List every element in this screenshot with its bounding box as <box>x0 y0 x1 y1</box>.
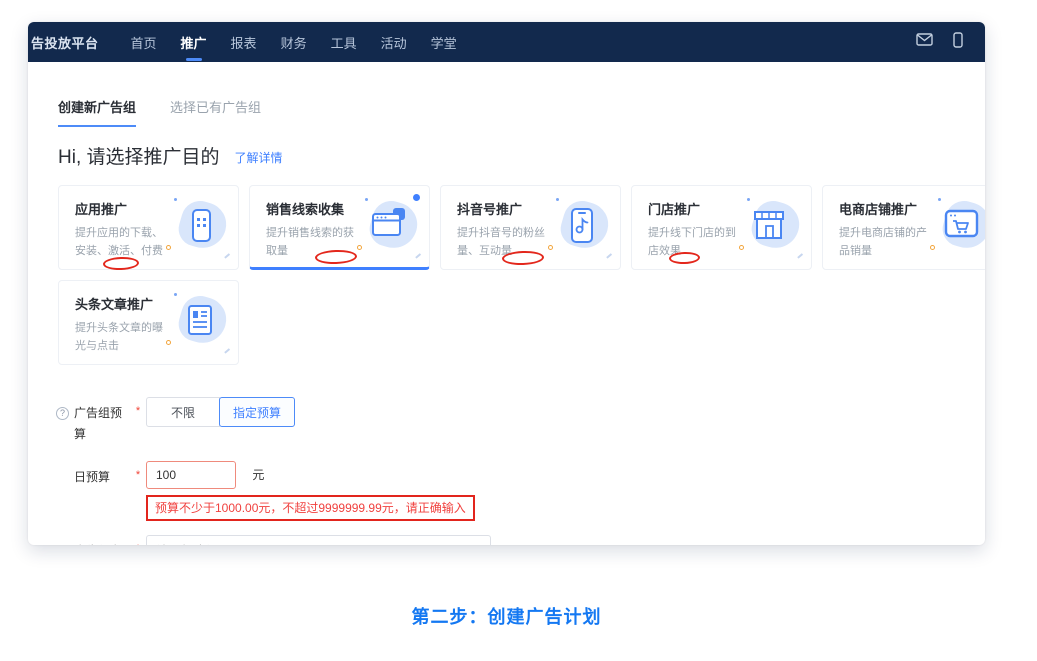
group-settings-form: ? 广告组预算 * 不限 指定预算 日预算 * 元 预算不少于1000.00元，… <box>56 397 985 545</box>
group-tabs: 创建新广告组 选择已有广告组 <box>58 97 985 127</box>
mobile-icon[interactable] <box>953 31 963 53</box>
card-desc: 提升应用的下载、安装、激活、付费 <box>75 227 163 257</box>
nav-item-activities[interactable]: 活动 <box>381 33 407 52</box>
mail-icon[interactable] <box>916 33 933 51</box>
article-document-icon <box>164 291 232 353</box>
group-name-row: 广告组名称 * <box>56 535 985 545</box>
budget-error-message: 预算不少于1000.00元，不超过9999999.99元，请正确输入 <box>146 495 475 521</box>
app-phone-icon <box>164 196 232 258</box>
card-desc: 提升头条文章的曝光与点击 <box>75 322 163 352</box>
nav-item-tools[interactable]: 工具 <box>331 33 357 52</box>
budget-label: 广告组预算 <box>74 406 123 441</box>
platform-logo: 告投放平台 <box>31 35 99 51</box>
required-mark: * <box>130 535 146 545</box>
top-navbar: 告投放平台 首页 推广 报表 财务 工具 活动 学堂 <box>28 22 985 62</box>
card-desc: 提升抖音号的粉丝量、互动量 <box>457 227 545 257</box>
page-title: Hi, 请选择推广目的 <box>58 147 220 168</box>
nav-item-academy[interactable]: 学堂 <box>431 33 457 52</box>
card-desc: 提升电商店铺的产品销量 <box>839 227 927 257</box>
cart-window-icon <box>928 196 985 258</box>
ad-platform-screenshot: 告投放平台 首页 推广 报表 财务 工具 活动 学堂 创建新广告组 选择已有广告… <box>28 22 985 545</box>
group-name-input[interactable] <box>146 535 491 545</box>
budget-option-unlimited[interactable]: 不限 <box>146 397 220 427</box>
goal-card-article-promotion[interactable]: 头条文章推广 提升头条文章的曝光与点击 <box>58 280 239 365</box>
navbar-icons <box>916 31 963 53</box>
required-mark: * <box>135 405 141 417</box>
learn-more-link[interactable]: 了解详情 <box>235 149 283 166</box>
goal-card-ecommerce-promotion[interactable]: 电商店铺推广 提升电商店铺的产品销量 <box>822 185 985 270</box>
nav-item-promotion[interactable]: 推广 <box>181 33 207 52</box>
goal-cards-row-2: 头条文章推广 提升头条文章的曝光与点击 <box>58 280 239 365</box>
daily-budget-label: 日预算 <box>74 470 111 484</box>
goal-card-sales-leads[interactable]: 销售线索收集 提升销售线索的获取量 <box>249 185 430 270</box>
daily-budget-row: 日预算 * 元 预算不少于1000.00元，不超过9999999.99元，请正确… <box>56 461 985 521</box>
required-mark: * <box>135 469 141 481</box>
budget-options: 不限 指定预算 <box>146 397 295 427</box>
douyin-phone-icon <box>546 196 614 258</box>
goal-card-app-promotion[interactable]: 应用推广 提升应用的下载、安装、激活、付费 <box>58 185 239 270</box>
goal-card-douyin-promotion[interactable]: 抖音号推广 提升抖音号的粉丝量、互动量 <box>440 185 621 270</box>
heading-row: Hi, 请选择推广目的 了解详情 <box>58 142 985 169</box>
tab-create-new-group[interactable]: 创建新广告组 <box>58 97 137 127</box>
nav-item-home[interactable]: 首页 <box>131 33 157 52</box>
storefront-icon <box>737 196 805 258</box>
browser-window-icon <box>355 196 423 258</box>
step-caption: 第二步：创建广告计划 <box>411 607 602 627</box>
daily-budget-control: 元 预算不少于1000.00元，不超过9999999.99元，请正确输入 <box>146 461 475 521</box>
goal-cards-row-1: 应用推广 提升应用的下载、安装、激活、付费 销售线索收集 提升销售线索的获取量 <box>58 185 985 270</box>
tab-select-existing-group[interactable]: 选择已有广告组 <box>170 97 261 127</box>
page: 告投放平台 首页 推广 报表 财务 工具 活动 学堂 创建新广告组 选择已有广告… <box>0 0 1037 661</box>
card-desc: 提升线下门店的到店效果 <box>648 227 736 257</box>
daily-budget-input[interactable] <box>146 461 236 489</box>
group-name-label: 广告组名称 <box>74 535 130 545</box>
budget-option-specified[interactable]: 指定预算 <box>219 397 295 427</box>
nav-item-finance[interactable]: 财务 <box>281 33 307 52</box>
budget-row: ? 广告组预算 * 不限 指定预算 <box>56 397 985 445</box>
card-desc: 提升销售线索的获取量 <box>266 227 354 257</box>
currency-unit: 元 <box>252 468 265 482</box>
help-icon[interactable]: ? <box>56 406 69 420</box>
goal-card-store-promotion[interactable]: 门店推广 提升线下门店的到店效果 <box>631 185 812 270</box>
nav-item-reports[interactable]: 报表 <box>231 33 257 52</box>
nav-menu: 首页 推广 报表 财务 工具 活动 学堂 <box>131 33 457 52</box>
